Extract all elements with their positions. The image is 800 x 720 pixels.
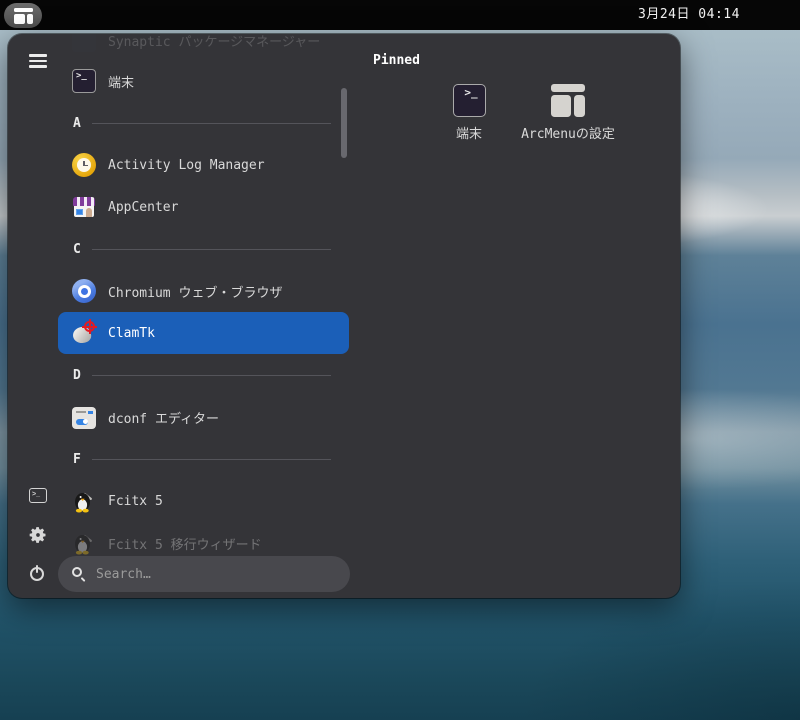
settings-button[interactable] [16,518,60,552]
desktop-wallpaper: 3月24日 04:14 >_ Synaptic パッケージマネージャー >_ 端… [0,0,800,720]
app-list: Synaptic パッケージマネージャー >_ 端末 A Activity Lo… [58,34,350,555]
search-input[interactable] [96,566,350,582]
synaptic-icon [72,34,96,52]
scrollbar-thumb[interactable] [341,88,347,158]
section-header-f: F [58,438,349,480]
arcmenu-panel-button[interactable] [4,3,42,28]
section-header-d: D [58,354,349,396]
app-item-chromium[interactable]: Chromium ウェブ・ブラウザ [58,270,349,312]
hamburger-icon [29,54,47,68]
gear-icon [29,527,46,543]
power-icon [30,565,46,581]
fcitx-icon [72,489,96,513]
appcenter-icon [72,195,96,219]
arcmenu-icon [551,84,585,117]
app-item-clamtk[interactable]: ClamTk [58,312,349,354]
pinned-item-terminal[interactable]: >_ 端末 [419,84,519,144]
section-divider [91,374,331,376]
top-bar: 3月24日 04:14 [0,0,800,30]
app-item-activity-log-manager[interactable]: Activity Log Manager [58,144,349,186]
app-item-fcitx5[interactable]: Fcitx 5 [58,480,349,522]
hamburger-menu-button[interactable] [16,44,60,78]
pinned-item-arcmenu-settings[interactable]: ArcMenuの設定 [518,84,618,144]
app-item-appcenter[interactable]: AppCenter [58,186,349,228]
search-bar [58,556,350,592]
section-header-c: C [58,228,349,270]
app-item-synaptic[interactable]: Synaptic パッケージマネージャー [58,34,349,61]
fcitx-icon [72,531,96,555]
pinned-header: Pinned [373,53,420,68]
section-header-a: A [58,102,349,144]
section-divider [91,122,331,124]
app-item-dconf-editor[interactable]: dconf エディター [58,396,349,438]
dconf-editor-icon [72,406,96,429]
terminal-icon: >_ [452,84,486,117]
power-button[interactable] [16,556,60,590]
sidebar-terminal-button[interactable]: >_ [16,478,60,512]
section-divider [91,248,331,250]
arcmenu-popup: >_ Synaptic パッケージマネージャー >_ 端末 A Activity… [8,34,680,598]
activity-log-manager-icon [72,153,96,177]
search-icon [72,566,87,582]
app-item-terminal[interactable]: >_ 端末 [58,60,349,102]
terminal-icon: >_ [72,69,96,93]
terminal-icon: >_ [29,487,47,503]
clock[interactable]: 3月24日 04:14 [638,0,740,30]
section-divider [91,458,331,460]
chromium-icon [72,279,96,303]
arcmenu-icon [13,7,33,24]
clamtk-icon [71,319,97,345]
